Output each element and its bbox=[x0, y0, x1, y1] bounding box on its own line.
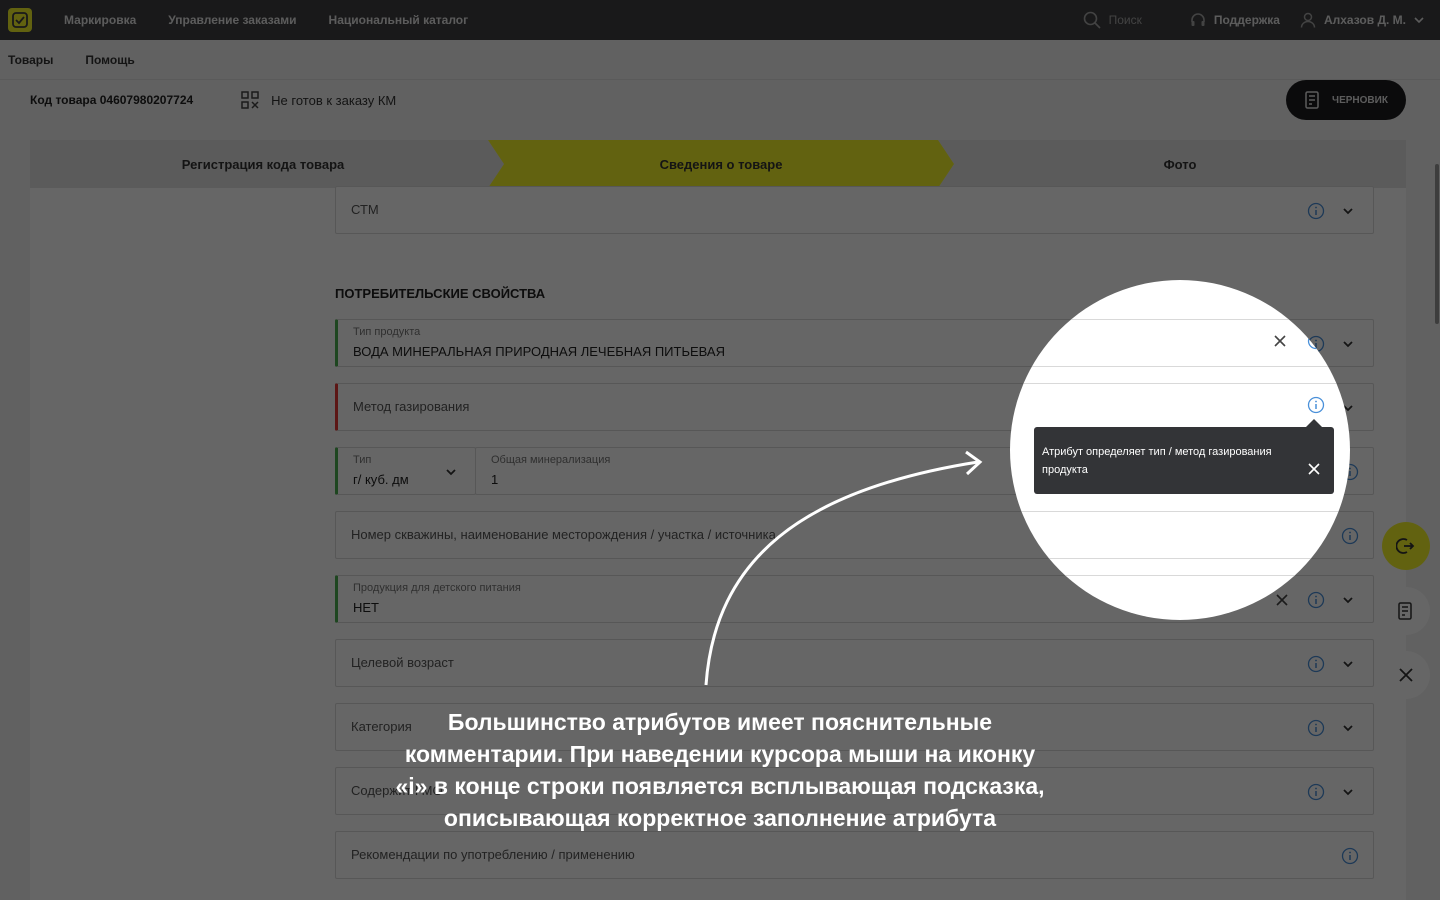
tutorial-caption: Большинство атрибутов имеет пояснительны… bbox=[395, 709, 1045, 831]
